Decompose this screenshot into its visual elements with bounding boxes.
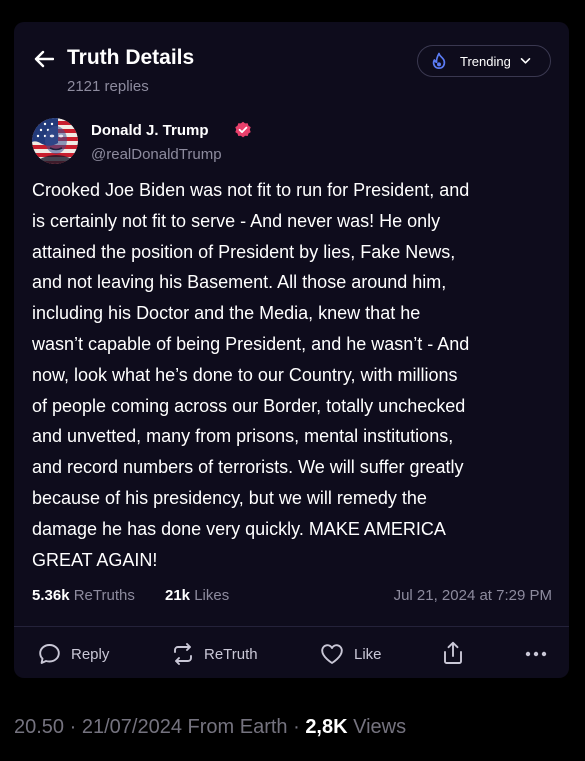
post-author-row: Donald J. Trump @realDonaldTrump	[32, 118, 552, 170]
chevron-down-icon	[520, 58, 531, 64]
post-text-line: GREAT AGAIN!	[32, 549, 158, 570]
share-upload-icon	[444, 641, 462, 664]
likes-label: Likes	[194, 587, 230, 604]
arrow-left-icon[interactable]	[34, 50, 54, 68]
post-text-line: because of his presidency, but we will r…	[32, 487, 427, 508]
heart-icon	[321, 644, 343, 664]
retruth-label: ReTruth	[204, 645, 258, 663]
like-button[interactable]: Like	[320, 643, 382, 665]
footer-source: From Earth	[181, 716, 288, 738]
trending-dropdown-button[interactable]: Trending	[417, 45, 551, 77]
post-stats: 5.36k ReTruths 21k Likes Jul 21, 2024 at…	[32, 587, 552, 609]
retruths-count: 5.36k	[32, 587, 70, 604]
footer-time: 20.50	[14, 716, 65, 738]
footer-date: 21/07/2024	[81, 716, 182, 738]
reply-label: Reply	[71, 645, 110, 663]
share-button[interactable]	[442, 641, 464, 665]
like-label: Like	[354, 645, 382, 663]
author-handle[interactable]: @realDonaldTrump	[91, 146, 222, 163]
post-text-line: damage he has done very quickly. MAKE AM…	[32, 518, 446, 539]
retruths-stat[interactable]: 5.36k ReTruths	[32, 587, 135, 604]
reply-count: 2121 replies	[67, 78, 149, 95]
trending-label: Trending	[460, 53, 511, 69]
verified-badge-icon	[235, 121, 251, 138]
avatar[interactable]	[32, 118, 78, 164]
post-text-line: Crooked Joe Biden was not fit to run for…	[32, 180, 470, 200]
post-text-line: including his Doctor and the Media, knew…	[32, 303, 421, 324]
post-text: Crooked Joe Biden was not fit to run for…	[32, 175, 557, 575]
post-text-line: and record numbers of terrorists. We wil…	[32, 457, 464, 478]
views-label: Views	[347, 716, 407, 738]
retruth-button[interactable]: ReTruth	[172, 643, 258, 665]
post-text-line: wasn’t capable of being President, and h…	[32, 333, 470, 354]
more-dots-icon	[525, 651, 547, 657]
likes-count: 21k	[165, 587, 191, 604]
post-text-line: now, look what he’s done to our Country,…	[32, 364, 458, 385]
truth-details-card: Truth Details 2121 replies Trending Dona…	[14, 22, 569, 678]
footer-separator: ·	[64, 716, 82, 738]
reply-button[interactable]: Reply	[38, 643, 109, 665]
more-options-button[interactable]	[525, 651, 547, 657]
post-text-line: and not leaving his Basement. All those …	[32, 272, 447, 293]
repost-arrows-icon	[174, 643, 192, 665]
post-timestamp: Jul 21, 2024 at 7:29 PM	[393, 587, 552, 604]
post-text-line: attained the position of President by li…	[32, 241, 456, 262]
speech-bubble-icon	[39, 644, 60, 664]
footer-separator: ·	[287, 716, 306, 738]
post-text-line: is certainly not fit to serve - And neve…	[32, 210, 441, 231]
views-count[interactable]: 2,8K	[305, 716, 347, 738]
page-title: Truth Details	[67, 46, 195, 69]
top-bar: Truth Details 2121 replies Trending	[14, 22, 569, 104]
author-name[interactable]: Donald J. Trump	[91, 122, 209, 139]
tweet-meta-footer: 20.50 · 21/07/2024 From Earth · 2,8K Vie…	[14, 716, 406, 739]
action-bar: Reply ReTruth Like	[14, 627, 569, 678]
retruths-label: ReTruths	[73, 587, 135, 604]
likes-stat[interactable]: 21k Likes	[165, 587, 229, 604]
post-text-line: and unvetted, many from prisons, mental …	[32, 426, 454, 447]
flame-icon	[432, 52, 446, 69]
post-text-line: of people coming across our Border, tota…	[32, 395, 466, 416]
